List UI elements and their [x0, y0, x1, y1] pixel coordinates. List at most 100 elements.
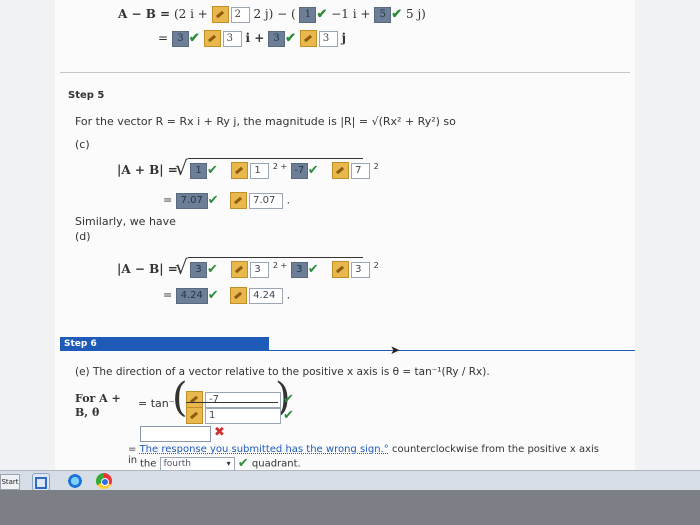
for-label-2: B, θ	[75, 406, 100, 419]
key-icon	[230, 287, 248, 304]
check-icon: ✔	[307, 163, 319, 179]
ab-result-j[interactable]: 3	[268, 30, 286, 47]
check-icon: ✔	[237, 456, 249, 471]
sum-y-exp: 2	[373, 162, 379, 171]
ab-result-i[interactable]: 3	[171, 30, 189, 47]
quadrant-suffix: quadrant.	[251, 458, 301, 470]
key-icon	[230, 192, 248, 209]
diff-result-input[interactable]: 4.24	[175, 287, 208, 304]
step6-title: Step 6	[60, 337, 269, 351]
key-icon	[231, 162, 249, 180]
check-icon: ✔	[207, 193, 219, 208]
diff-y-key: 3	[351, 261, 371, 278]
sum-y-input[interactable]: -7	[290, 162, 308, 179]
equals-sign: =	[163, 193, 173, 207]
check-icon: ✔	[207, 262, 218, 278]
sum-result-key: 7.07	[249, 192, 284, 209]
key-icon	[231, 261, 249, 279]
step6-divider	[265, 350, 635, 351]
key-icon	[332, 261, 350, 279]
sum-x-key: 1	[250, 162, 270, 179]
equals-sign: =	[163, 288, 173, 302]
step5-title: Step 5	[68, 90, 105, 101]
key-icon	[299, 30, 317, 47]
diff-radicand: 3 ✔ 3 2 + 3 ✔ 3 2	[190, 261, 379, 279]
key-icon	[186, 407, 203, 424]
sum-y-key: 7	[351, 162, 371, 179]
internet-explorer-icon[interactable]	[67, 473, 83, 489]
screen: A − B = (2 i + 2 2 j) − ( 1 ✔ −1 i + 5 ✔ 5…	[0, 0, 700, 491]
paren-open-1: (2 i +	[173, 7, 208, 21]
diff-y-exp: 2	[373, 261, 379, 270]
step5-intro: For the vector R = Rx i + Ry j, the magn…	[75, 115, 456, 128]
check-icon: ✔	[207, 163, 218, 179]
sqrt-icon: √	[175, 255, 188, 279]
sum-result-line: = 7.07 ✔ 7.07 .	[163, 192, 291, 209]
folder-glyph-icon	[35, 477, 47, 489]
diff-x-exp: 2 +	[272, 261, 288, 270]
equals-sign: =	[158, 31, 169, 45]
sqrt-icon: √	[175, 156, 188, 180]
sum-x-input[interactable]: 1	[190, 162, 207, 179]
j-hat: j	[341, 31, 346, 45]
a-minus-b-result-line: = 3 ✔ 3 i + 3 ✔ 3 j	[158, 30, 346, 47]
paren-close-1: 2 j) − (	[253, 7, 296, 21]
key-icon	[332, 162, 350, 180]
ab-key-i: 3	[222, 30, 242, 47]
diff-x-input[interactable]: 3	[190, 261, 207, 278]
sum-magnitude-label: |A + B| =	[117, 163, 178, 177]
key-icon	[211, 6, 229, 23]
sum-result-input[interactable]: 7.07	[175, 192, 208, 209]
ab-input-3[interactable]: 5	[374, 6, 392, 23]
a-minus-b-line: A − B = (2 i + 2 2 j) − ( 1 ✔ −1 i + 5 ✔ 5…	[118, 6, 426, 23]
sqrt-overline	[188, 257, 363, 258]
diff-magnitude-label: |A − B| =	[117, 262, 178, 276]
check-icon: ✔	[283, 408, 294, 423]
monitor-bezel	[0, 490, 700, 525]
ab-input-1[interactable]: 2	[230, 6, 250, 23]
check-icon: ✔	[316, 7, 328, 22]
sum-radicand: 1 ✔ 1 2 + -7 ✔ 7 2	[190, 162, 379, 180]
minus-one-i: −1 i +	[331, 7, 371, 21]
chrome-center-icon	[101, 478, 109, 486]
part-c-label: (c)	[75, 138, 90, 151]
a-minus-b-label: A − B =	[118, 7, 171, 21]
dropdown-arrow-icon: ▾	[226, 458, 231, 468]
quadrant-select[interactable]: fourth ▾	[159, 456, 235, 471]
similarly-text: Similarly, we have	[75, 215, 176, 228]
part-d-label: (d)	[75, 230, 91, 243]
paren-close-2: 5 j)	[406, 7, 426, 21]
fraction-denominator: 1 ✔	[186, 405, 294, 424]
chrome-icon[interactable]	[96, 473, 112, 489]
denominator-input[interactable]: 1	[205, 407, 281, 424]
sqrt-overline	[188, 158, 363, 159]
divider	[60, 72, 630, 73]
diff-result-key: 4.24	[249, 287, 284, 304]
fraction-bar	[186, 402, 278, 403]
diff-result-line: = 4.24 ✔ 4.24 .	[163, 287, 291, 304]
angle-input[interactable]	[140, 426, 211, 442]
check-icon: ✔	[285, 31, 296, 46]
cross-icon: ✖	[214, 425, 225, 440]
quadrant-line: the fourth ▾ ✔ quadrant.	[140, 456, 301, 471]
start-button[interactable]: Start	[0, 474, 20, 490]
quadrant-select-value: fourth	[163, 458, 191, 469]
ab-key-j: 3	[318, 30, 338, 47]
sum-x-exp: 2 +	[272, 162, 288, 171]
for-label-1: For A +	[75, 392, 121, 405]
file-explorer-icon[interactable]	[32, 473, 50, 491]
check-icon: ✔	[307, 262, 319, 278]
check-icon: ✔	[391, 7, 403, 22]
i-hat: i +	[245, 31, 265, 45]
ab-input-2[interactable]: 1	[299, 6, 317, 23]
the-label: the	[140, 458, 157, 470]
key-icon	[203, 30, 221, 47]
check-icon: ✔	[188, 31, 200, 46]
diff-y-input[interactable]: 3	[290, 261, 308, 278]
feedback-message: The response you submitted has the wrong…	[139, 444, 389, 455]
check-icon: ✔	[207, 288, 219, 303]
taskbar: Start	[0, 470, 700, 491]
diff-x-key: 3	[250, 261, 270, 278]
mouse-cursor-icon: ➤	[390, 343, 401, 357]
equals-sign: =	[128, 444, 137, 455]
